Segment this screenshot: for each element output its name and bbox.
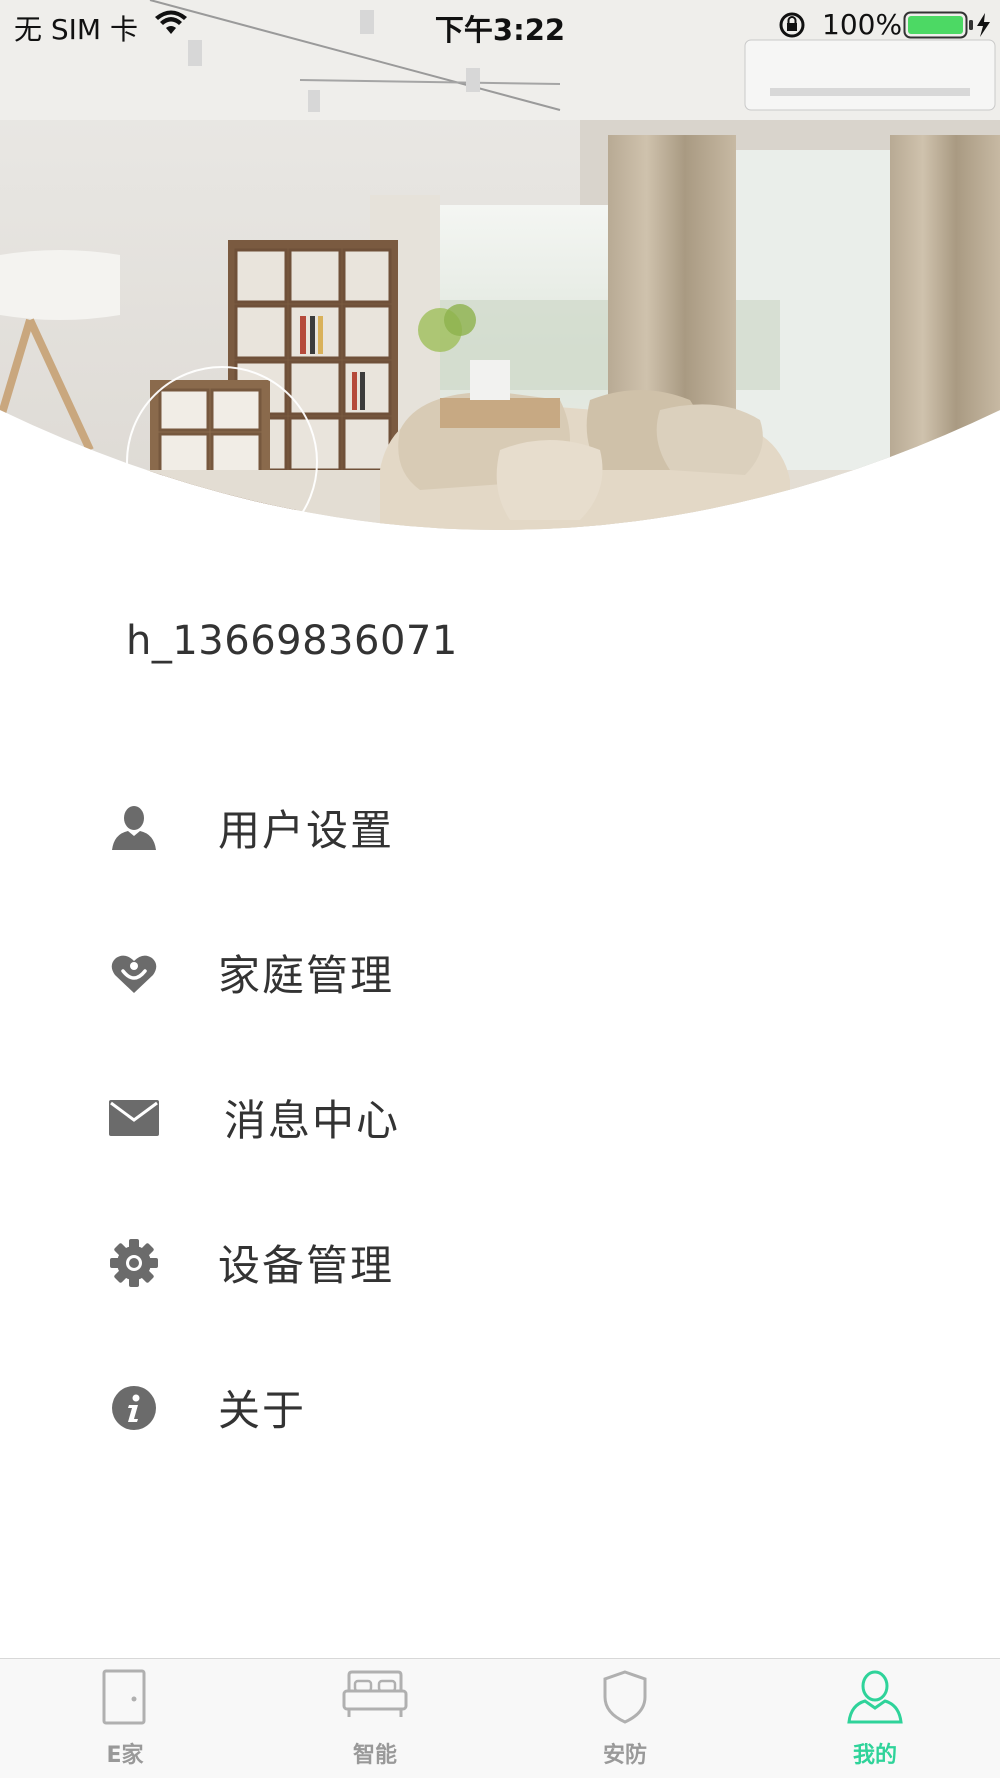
gear-icon	[108, 1237, 160, 1289]
menu-item-device-management[interactable]: 设备管理	[0, 1190, 1000, 1335]
avatar[interactable]	[126, 366, 318, 558]
menu-item-message-center[interactable]: 消息中心	[0, 1045, 1000, 1190]
bed-icon	[250, 1669, 500, 1729]
menu-item-label: 家庭管理	[218, 951, 395, 1000]
shield-icon	[500, 1669, 750, 1729]
person-icon	[750, 1669, 1000, 1729]
family-heart-icon	[108, 947, 160, 999]
tab-label: 智能	[352, 1743, 397, 1768]
menu-item-label: 用户设置	[218, 806, 395, 855]
status-bar: 无 SIM 卡 下午3:22 100%	[0, 0, 1000, 52]
info-icon	[108, 1382, 160, 1434]
menu-item-label: 消息中心	[224, 1096, 401, 1145]
door-icon	[0, 1669, 250, 1729]
menu-item-user-settings[interactable]: 用户设置	[0, 755, 1000, 900]
menu-item-label: 设备管理	[218, 1241, 395, 1290]
battery-percent: 100%	[822, 8, 903, 41]
rotation-lock-icon	[777, 10, 807, 44]
menu-item-family-management[interactable]: 家庭管理	[0, 900, 1000, 1045]
tab-e-home[interactable]: E家	[0, 1659, 250, 1778]
user-icon	[108, 802, 160, 854]
tab-mine[interactable]: 我的	[750, 1659, 1000, 1778]
mail-icon	[108, 1092, 160, 1144]
tab-bar: E家 智能 安防 我的	[0, 1658, 1000, 1778]
settings-menu: 用户设置 家庭管理 消息中心 设备管理 关于	[0, 755, 1000, 1480]
tab-security[interactable]: 安防	[500, 1659, 750, 1778]
username: h_13669836071	[126, 618, 458, 664]
tab-label: 安防	[602, 1743, 647, 1768]
tab-smart[interactable]: 智能	[250, 1659, 500, 1778]
menu-item-about[interactable]: 关于	[0, 1335, 1000, 1480]
battery-icon	[903, 11, 993, 43]
tab-label: 我的	[852, 1743, 897, 1768]
menu-item-label: 关于	[218, 1386, 307, 1435]
tab-label: E家	[106, 1743, 144, 1768]
